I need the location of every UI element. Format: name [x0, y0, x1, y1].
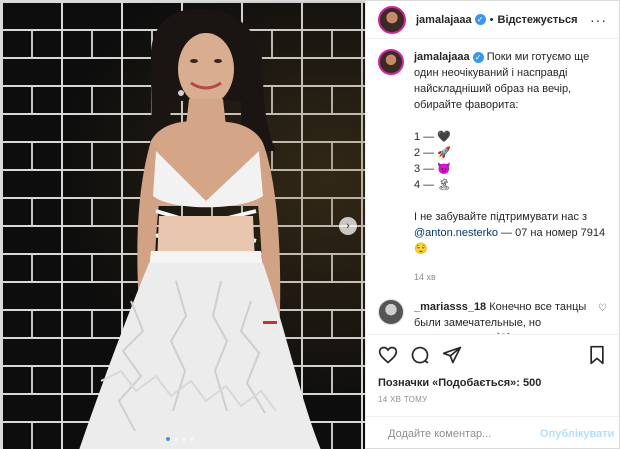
post-photo[interactable]: › — [1, 1, 365, 449]
publish-button[interactable]: Опублікувати — [540, 428, 614, 440]
add-comment-bar: Опублікувати — [366, 416, 619, 449]
caption-time[interactable]: 14 хв — [414, 269, 607, 285]
comment: _mariasss_18 Конечно все танцы были заме… — [378, 299, 607, 334]
comments-area: jamalajaaa ✓ Поки ми готуємо ще один неоч… — [366, 39, 619, 334]
post-header: jamalajaaa ✓ • Відстежується ··· — [366, 1, 619, 39]
next-image-button[interactable]: › — [339, 217, 357, 235]
verified-badge-icon: ✓ — [472, 51, 484, 63]
following-button[interactable]: Відстежується — [498, 14, 578, 26]
header-separator: • — [489, 13, 494, 26]
caption-option: 3 — 😈 — [414, 163, 451, 175]
woman-in-white-dress-image — [79, 8, 321, 449]
comment-bubble-icon[interactable] — [410, 345, 430, 365]
carousel-dot — [190, 437, 194, 441]
more-dots-icon[interactable]: ··· — [590, 12, 607, 28]
action-bar — [366, 334, 619, 374]
caption-option: 4 — 🏝 — [414, 179, 452, 191]
comment-input[interactable] — [388, 427, 530, 440]
caption-vote-text: — 07 на номер 7914 — [501, 227, 606, 239]
carousel-dot — [182, 437, 186, 441]
commenter-username[interactable]: _mariasss_18 — [414, 301, 486, 313]
save-bookmark-icon[interactable] — [587, 345, 607, 365]
instagram-post: › jamalajaaa ✓ • Відстежується ··· jamal… — [0, 0, 620, 449]
caption: jamalajaaa ✓ Поки ми готуємо ще один неоч… — [378, 49, 607, 285]
share-send-icon[interactable] — [442, 345, 462, 365]
caption-author-username[interactable]: jamalajaaa — [414, 51, 470, 63]
carousel-dot-active — [166, 437, 170, 441]
mention-link[interactable]: @anton.nesterko — [414, 227, 498, 239]
comment-like-icon[interactable]: ♡ — [598, 303, 607, 334]
verified-badge-icon: ✓ — [474, 14, 486, 25]
caption-option: 1 — 🖤 — [414, 131, 451, 143]
carousel-dots — [166, 437, 194, 441]
caption-option: 2 — 🚀 — [414, 147, 451, 159]
caption-author-avatar[interactable] — [378, 49, 404, 75]
post-time-ago[interactable]: 14 хв тому — [366, 392, 619, 416]
author-avatar[interactable] — [378, 5, 406, 34]
author-username[interactable]: jamalajaaa — [416, 14, 472, 26]
carousel-dot — [174, 437, 178, 441]
caption-support-text: І не забувайте підтримувати нас з — [414, 211, 588, 223]
commenter-avatar[interactable] — [378, 299, 404, 325]
like-heart-icon[interactable] — [378, 345, 398, 365]
likes-count[interactable]: Позначки «Подобається»: 500 — [366, 374, 619, 392]
post-side-panel: jamalajaaa ✓ • Відстежується ··· jamalaj… — [365, 1, 619, 449]
caption-emoji: 😌 — [414, 243, 428, 255]
